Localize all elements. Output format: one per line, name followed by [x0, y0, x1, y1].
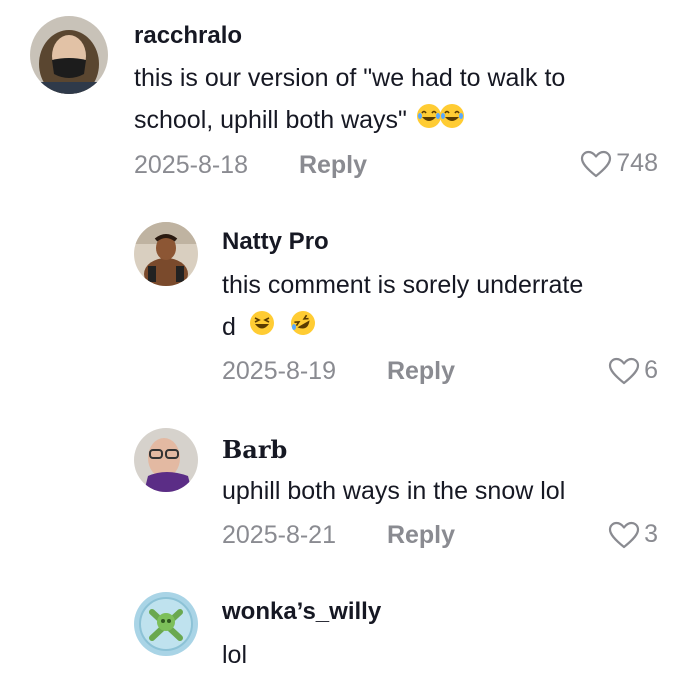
laughing-emoji-icon	[249, 307, 275, 349]
comment-text: uphill both ways in the snow lol	[222, 470, 662, 512]
comment-text-line: this is our version of "we had to walk t…	[134, 64, 566, 92]
comment-text-line: this comment is sorely underrate	[222, 271, 584, 299]
username[interactable]: Barb	[222, 435, 287, 464]
comment-meta: 2025-8-21 Reply	[222, 521, 455, 550]
joy-emoji-icon	[439, 100, 465, 142]
username[interactable]: Natty Pro	[222, 228, 329, 256]
comment-date: 2025-8-21	[222, 521, 336, 549]
comment-date: 2025-8-18	[134, 151, 248, 179]
comment-text-line-content: school, uphill both ways"	[134, 106, 407, 134]
avatar[interactable]	[30, 16, 108, 94]
like-button[interactable]: 748	[580, 149, 658, 178]
like-button[interactable]: 6	[608, 356, 658, 385]
like-count: 3	[644, 520, 658, 548]
username[interactable]: wonka’s_willy	[222, 598, 381, 626]
like-count: 748	[616, 149, 658, 177]
reply-button[interactable]: Reply	[387, 357, 455, 385]
rofl-emoji-icon	[290, 307, 316, 349]
comment-text: this is our version of "we had to walk t…	[134, 57, 664, 142]
comment-text-line: d	[222, 306, 662, 349]
avatar[interactable]	[134, 222, 198, 286]
comment-text-line: uphill both ways in the snow lol	[222, 477, 566, 505]
heart-icon	[608, 357, 640, 385]
comment-date: 2025-8-19	[222, 357, 336, 385]
comment-meta: 2025-8-18 Reply	[134, 151, 367, 180]
comment-text-line: school, uphill both ways"	[134, 99, 664, 142]
heart-icon	[608, 521, 640, 549]
reply-button[interactable]: Reply	[299, 151, 367, 179]
comment-text: lol	[222, 634, 662, 676]
like-button[interactable]: 3	[608, 520, 658, 549]
avatar[interactable]	[134, 592, 198, 656]
comment-text: this comment is sorely underrate d	[222, 264, 662, 349]
username[interactable]: racchralo	[134, 22, 242, 50]
comment-text-line: lol	[222, 641, 248, 669]
reply-button[interactable]: Reply	[387, 521, 455, 549]
heart-icon	[580, 150, 612, 178]
comment-meta: 2025-8-19 Reply	[222, 357, 455, 386]
like-count: 6	[644, 356, 658, 384]
comment-text-line-content: d	[222, 313, 236, 341]
avatar[interactable]	[134, 428, 198, 492]
